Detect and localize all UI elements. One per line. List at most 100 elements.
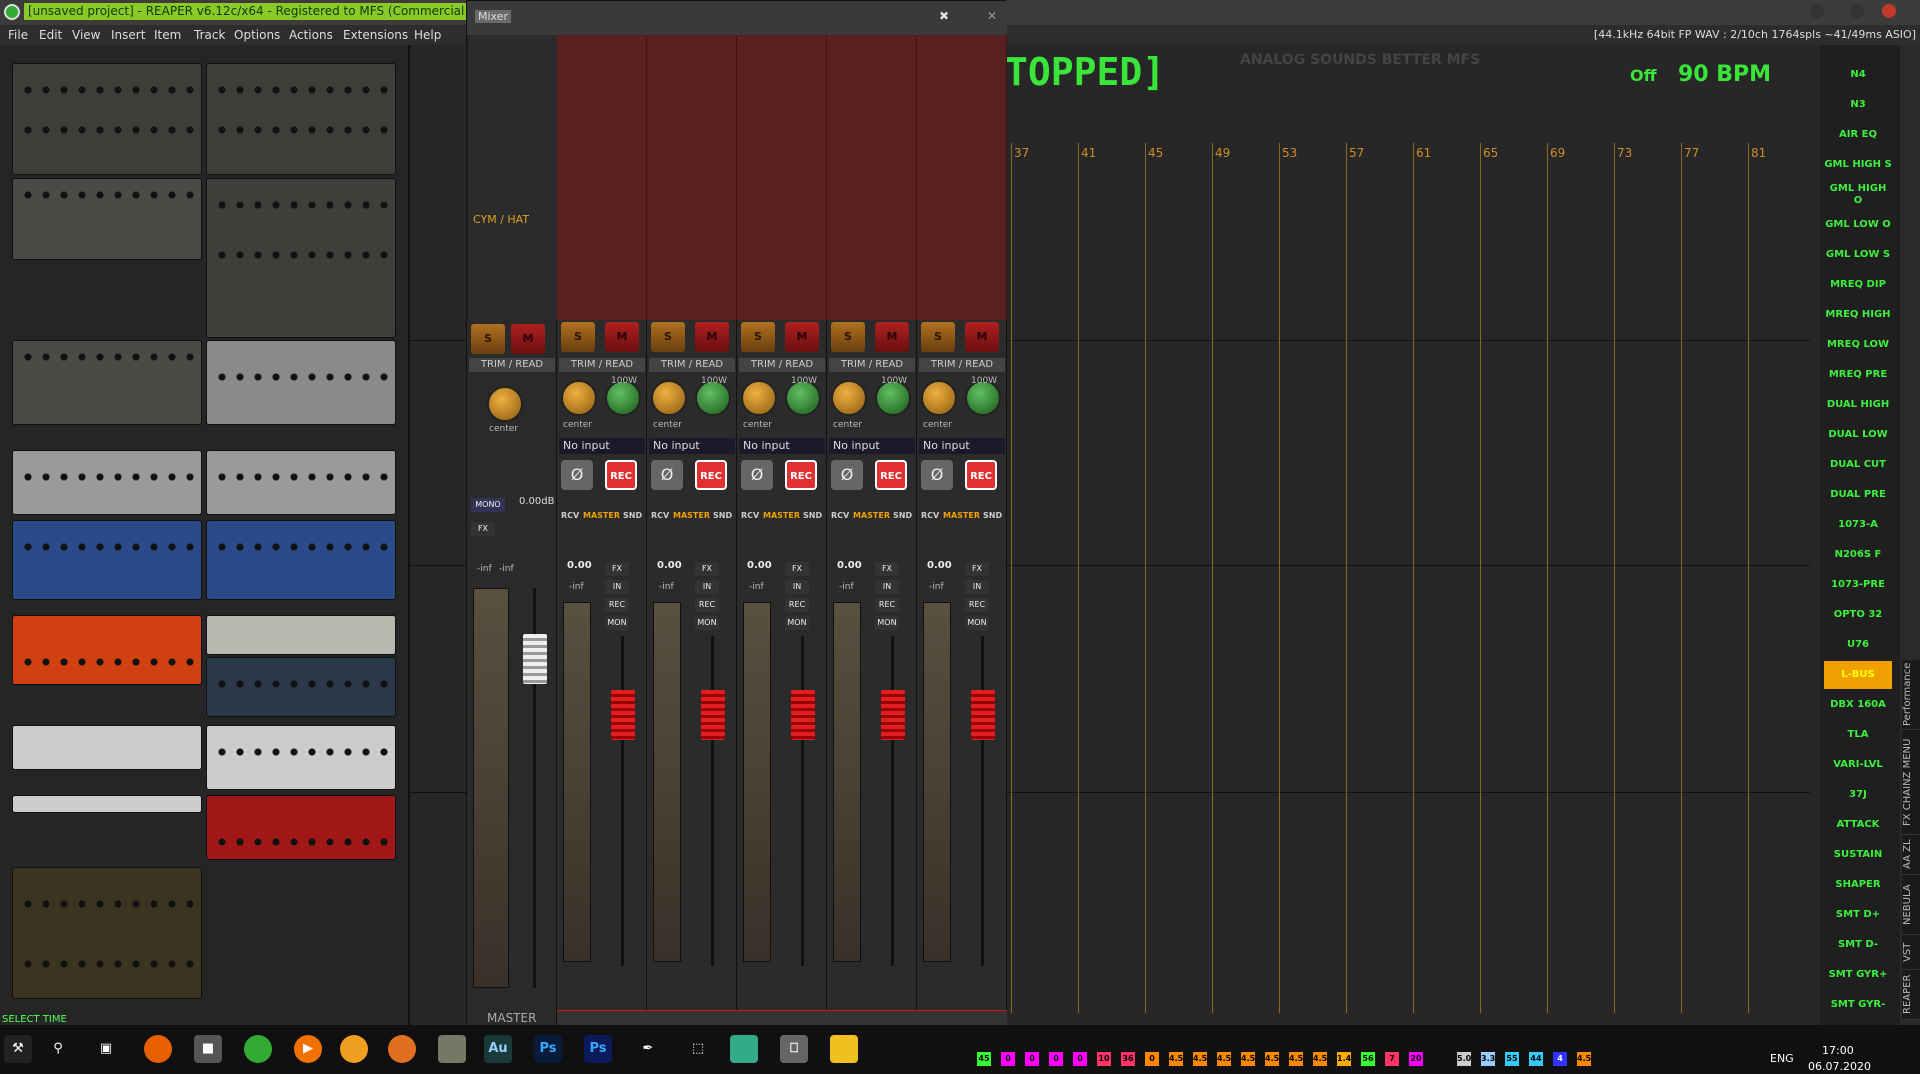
- menu-actions[interactable]: Actions: [289, 25, 333, 45]
- fx-button[interactable]: GML HIGH S: [1824, 151, 1892, 179]
- plugin-thumb[interactable]: [206, 63, 396, 175]
- fx-button[interactable]: FX: [471, 522, 495, 536]
- fx-button[interactable]: SUSTAIN: [1824, 841, 1892, 869]
- tray-item[interactable]: 4.5: [1241, 1052, 1255, 1066]
- tray-item[interactable]: 56: [1361, 1052, 1375, 1066]
- monitor-button[interactable]: MON: [965, 616, 989, 630]
- plugin-thumb[interactable]: [206, 657, 396, 717]
- volume-fader[interactable]: [611, 690, 635, 740]
- maximize-button[interactable]: [1850, 4, 1864, 18]
- input-select[interactable]: No input: [829, 438, 915, 454]
- receives-button[interactable]: RCV: [561, 511, 579, 520]
- fx-button[interactable]: MREQ HIGH: [1824, 301, 1892, 329]
- fx-button[interactable]: VARI-LVL: [1824, 751, 1892, 779]
- mute-button[interactable]: M: [785, 322, 819, 352]
- fx-button[interactable]: N3: [1824, 91, 1892, 119]
- rec-mode-button[interactable]: REC: [785, 598, 809, 612]
- fx-button[interactable]: FX: [965, 562, 989, 576]
- input-select[interactable]: No input: [919, 438, 1005, 454]
- record-arm-button[interactable]: REC: [785, 460, 817, 490]
- solo-button[interactable]: S: [921, 322, 955, 352]
- record-arm-button[interactable]: REC: [695, 460, 727, 490]
- audition-icon[interactable]: Au: [484, 1035, 512, 1063]
- phase-button[interactable]: Ø: [921, 460, 953, 490]
- fx-button[interactable]: SHAPER: [1824, 871, 1892, 899]
- fx-button[interactable]: SMT GYR-: [1824, 991, 1892, 1019]
- fx-button[interactable]: DUAL HIGH: [1824, 391, 1892, 419]
- tray-item[interactable]: 0: [1049, 1052, 1063, 1066]
- fx-button[interactable]: SMT D+: [1824, 901, 1892, 929]
- record-arm-button[interactable]: REC: [965, 460, 997, 490]
- tray-item[interactable]: 0: [1073, 1052, 1087, 1066]
- plugin-thumb[interactable]: [206, 725, 396, 790]
- volume-fader[interactable]: [881, 690, 905, 740]
- automation-mode[interactable]: TRIM / READ: [829, 358, 915, 372]
- fx-button[interactable]: OPTO 32: [1824, 601, 1892, 629]
- tab-reaper[interactable]: REAPER: [1902, 970, 1920, 1020]
- menu-help[interactable]: Help: [414, 25, 441, 45]
- fx-button[interactable]: MREQ LOW: [1824, 331, 1892, 359]
- menu-edit[interactable]: Edit: [39, 25, 62, 45]
- fx-button[interactable]: SMT D-: [1824, 931, 1892, 959]
- start-icon[interactable]: ⚒: [4, 1035, 32, 1063]
- task-view-icon[interactable]: ▣: [92, 1035, 120, 1063]
- menu-options[interactable]: Options: [234, 25, 280, 45]
- language-indicator[interactable]: ENG: [1770, 1052, 1794, 1065]
- tab-aa-zl[interactable]: AA ZL: [1902, 835, 1920, 875]
- reaper-app-icon[interactable]: [4, 4, 20, 20]
- fx-button[interactable]: SMT GYR+: [1824, 961, 1892, 989]
- phase-button[interactable]: Ø: [741, 460, 773, 490]
- automation-mode[interactable]: TRIM / READ: [649, 358, 735, 372]
- monitor-button[interactable]: MON: [695, 616, 719, 630]
- firefox-icon[interactable]: [144, 1035, 172, 1063]
- tray-item[interactable]: 0: [1145, 1052, 1159, 1066]
- clock-time[interactable]: 17:00: [1822, 1044, 1854, 1057]
- sends-button[interactable]: SND: [983, 511, 1002, 520]
- pan-knob[interactable]: [921, 380, 957, 416]
- input-select[interactable]: No input: [739, 438, 825, 454]
- rec-mode-button[interactable]: REC: [875, 598, 899, 612]
- phase-button[interactable]: Ø: [651, 460, 683, 490]
- tray-item[interactable]: 4.5: [1169, 1052, 1183, 1066]
- close-icon[interactable]: ✕: [987, 9, 997, 23]
- tray-item[interactable]: 4.5: [1313, 1052, 1327, 1066]
- tray-item[interactable]: 5.0: [1457, 1052, 1471, 1066]
- plugin-thumb[interactable]: [206, 450, 396, 515]
- mono-button[interactable]: MONO: [471, 498, 505, 512]
- tool-icon[interactable]: ✒: [634, 1035, 662, 1063]
- bpm-display[interactable]: 90 BPM: [1678, 62, 1771, 87]
- fx-button[interactable]: MREQ PRE: [1824, 361, 1892, 389]
- mute-button[interactable]: M: [875, 322, 909, 352]
- phase-button[interactable]: Ø: [831, 460, 863, 490]
- volume-fader[interactable]: [971, 690, 995, 740]
- solo-button[interactable]: S: [741, 322, 775, 352]
- solo-button[interactable]: S: [471, 324, 505, 354]
- sends-button[interactable]: SND: [803, 511, 822, 520]
- input-select[interactable]: No input: [559, 438, 645, 454]
- fx-button[interactable]: GML HIGH O: [1824, 181, 1892, 209]
- record-arm-button[interactable]: REC: [605, 460, 637, 490]
- tray-item[interactable]: 4.5: [1217, 1052, 1231, 1066]
- master-send-button[interactable]: MASTER: [943, 511, 980, 520]
- fx-button[interactable]: FX: [695, 562, 719, 576]
- mute-button[interactable]: M: [965, 322, 999, 352]
- rec-mode-button[interactable]: REC: [695, 598, 719, 612]
- receives-button[interactable]: RCV: [831, 511, 849, 520]
- tray-item[interactable]: 4.5: [1265, 1052, 1279, 1066]
- clock-date[interactable]: 06.07.2020: [1808, 1060, 1871, 1073]
- tray-item[interactable]: 4.5: [1289, 1052, 1303, 1066]
- solo-button[interactable]: S: [651, 322, 685, 352]
- menu-track[interactable]: Track: [194, 25, 225, 45]
- app-icon[interactable]: [438, 1035, 466, 1063]
- automation-mode[interactable]: TRIM / READ: [739, 358, 825, 372]
- metronome-off[interactable]: Off: [1630, 66, 1657, 85]
- volume-fader[interactable]: [701, 690, 725, 740]
- plugin-thumb[interactable]: [12, 450, 202, 515]
- pan-knob[interactable]: [487, 386, 523, 422]
- fx-button[interactable]: FX: [785, 562, 809, 576]
- plugin-thumb[interactable]: [206, 615, 396, 655]
- plugin-thumb[interactable]: [12, 615, 202, 685]
- menu-view[interactable]: View: [72, 25, 100, 45]
- fl-studio-icon[interactable]: [388, 1035, 416, 1063]
- automation-mode[interactable]: TRIM / READ: [469, 358, 555, 372]
